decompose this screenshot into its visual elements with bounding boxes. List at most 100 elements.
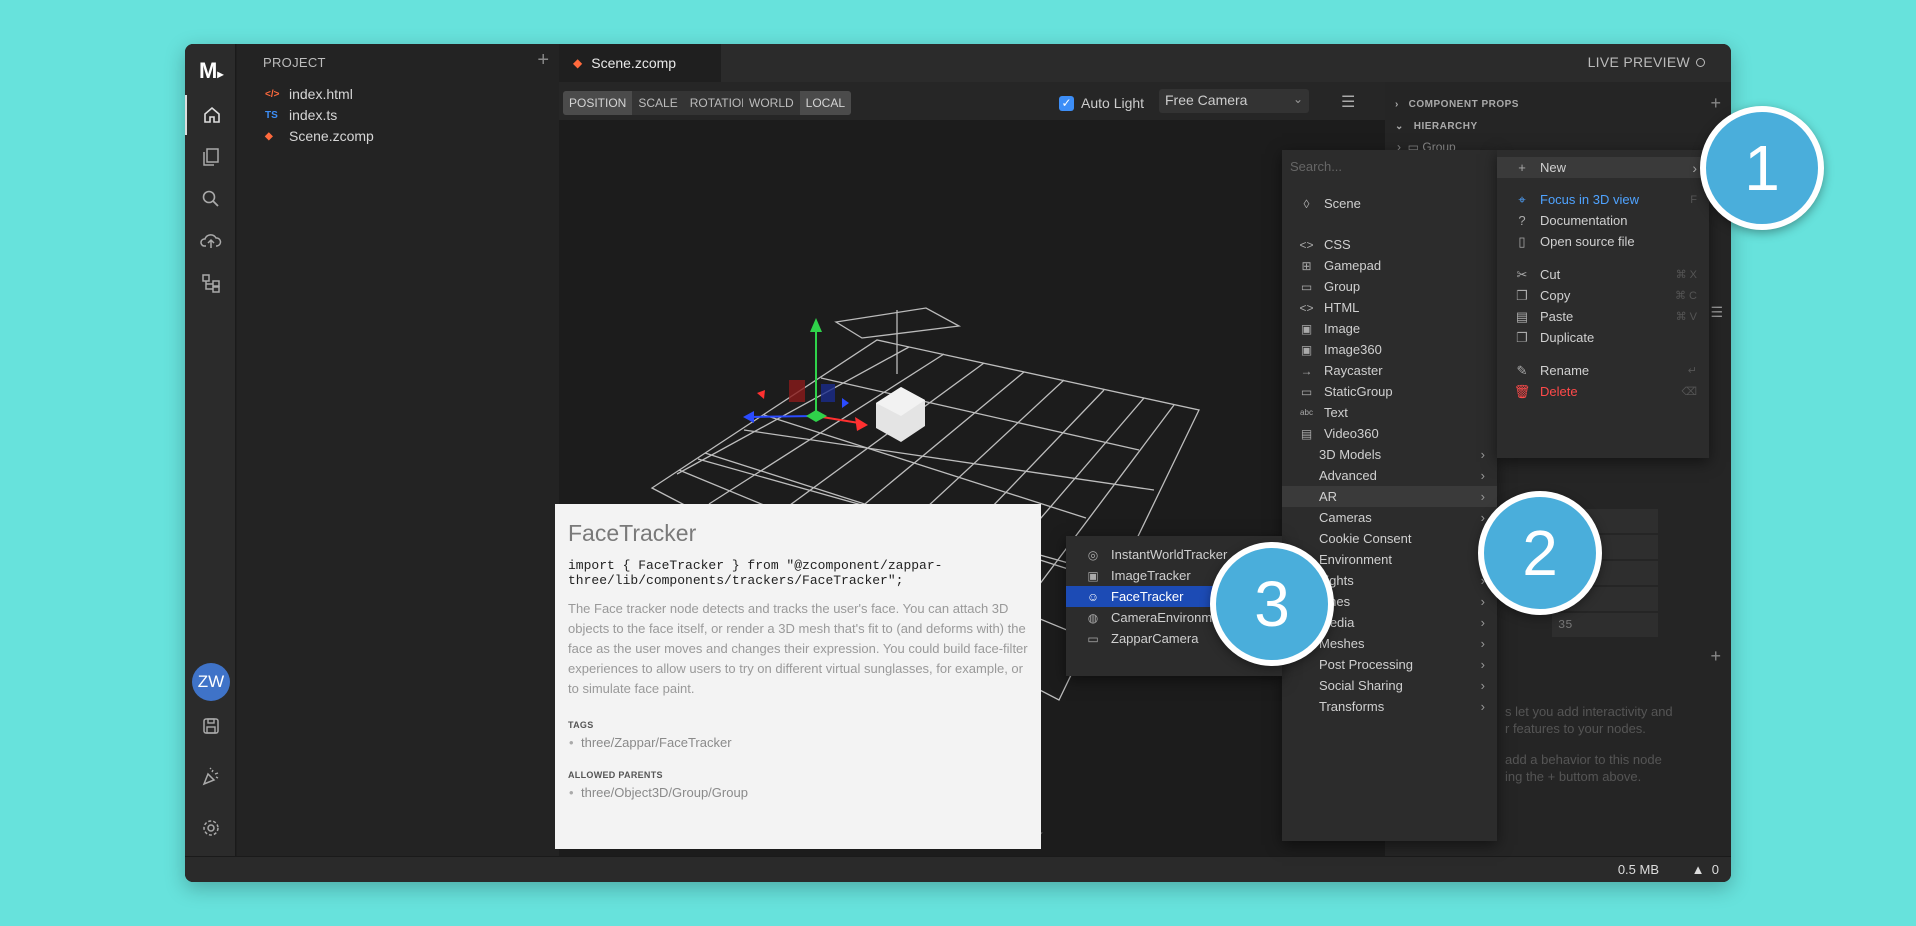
home-icon[interactable] bbox=[185, 95, 236, 135]
menu-icon[interactable]: ☰ bbox=[1710, 304, 1723, 321]
activity-rail: M▸ ZW bbox=[185, 44, 236, 856]
warning-icon: ▲ bbox=[1691, 862, 1705, 877]
chevron-right-icon: › bbox=[1480, 657, 1485, 672]
globe-icon: ◍ bbox=[1087, 610, 1099, 625]
submenu-post-processing[interactable]: Post Processing › bbox=[1282, 654, 1497, 675]
context-new[interactable]: + New › bbox=[1497, 157, 1709, 178]
context-documentation[interactable]: ? Documentation bbox=[1497, 210, 1709, 231]
file-item-scene-zcomp[interactable]: ◆ Scene.zcomp bbox=[265, 125, 374, 147]
context-cut[interactable]: ✂ Cut ⌘ X bbox=[1497, 264, 1709, 285]
submenu-3d-models[interactable]: 3D Models › bbox=[1282, 444, 1497, 465]
chevron-right-icon: › bbox=[1480, 468, 1485, 483]
project-header: PROJECT bbox=[263, 55, 326, 70]
doc-title: FaceTracker bbox=[568, 520, 697, 546]
submenu-transforms[interactable]: Transforms › bbox=[1282, 696, 1497, 717]
html-file-icon: </> bbox=[265, 88, 280, 100]
chevron-right-icon: › bbox=[1480, 489, 1485, 504]
file-item-index-ts[interactable]: TS index.ts bbox=[265, 104, 337, 126]
menu-item-image360[interactable]: ▣ Image360 bbox=[1282, 339, 1497, 360]
chevron-right-icon: › bbox=[1480, 594, 1485, 609]
plus-icon: + bbox=[1518, 160, 1526, 175]
add-file-icon[interactable]: + bbox=[537, 49, 549, 72]
node-search-input[interactable]: Search... bbox=[1290, 159, 1342, 174]
doc-description: The Face tracker node detects and tracks… bbox=[568, 601, 1028, 696]
context-paste[interactable]: ▤ Paste ⌘ V bbox=[1497, 306, 1709, 327]
submenu-cameras[interactable]: Cameras › bbox=[1282, 507, 1497, 528]
live-preview-button[interactable]: LIVE PREVIEW bbox=[1588, 54, 1705, 70]
doc-parent-item: three/Object3D/Group/Group bbox=[568, 785, 1028, 800]
context-delete[interactable]: 🗑 Delete ⌫ bbox=[1497, 381, 1709, 402]
context-rename[interactable]: ✎ Rename ↵ bbox=[1497, 360, 1709, 381]
menu-item-video360[interactable]: ▤ Video360 bbox=[1282, 423, 1497, 444]
tab-bar: ◆ Scene.zcomp LIVE PREVIEW bbox=[559, 44, 1731, 82]
hierarchy-header[interactable]: ⌄ HIERARCHY bbox=[1395, 121, 1478, 132]
party-popper-icon[interactable] bbox=[185, 757, 236, 797]
bundle-size: 0.5 MB bbox=[1617, 862, 1659, 877]
help-icon: ? bbox=[1518, 213, 1526, 228]
file-item-index-html[interactable]: </> index.html bbox=[265, 83, 353, 105]
submenu-cookie-consent[interactable]: Cookie Consent› bbox=[1282, 528, 1497, 549]
viewport-toolbar: POSITION SCALE ROTATION WORLD LOCAL ✓ Au… bbox=[559, 82, 1385, 120]
submenu-social-sharing[interactable]: Social Sharing › bbox=[1282, 675, 1497, 696]
menu-item-staticgroup[interactable]: ▭ StaticGroup bbox=[1282, 381, 1497, 402]
context-open-source[interactable]: ▯ Open source file bbox=[1497, 231, 1709, 252]
search-icon[interactable] bbox=[185, 179, 236, 219]
scissors-icon: ✂ bbox=[1516, 266, 1528, 282]
tab-scene-zcomp[interactable]: ◆ Scene.zcomp bbox=[559, 44, 721, 82]
auto-light-toggle[interactable]: ✓ Auto Light bbox=[1059, 95, 1144, 111]
callout-badge-3: 3 bbox=[1210, 542, 1334, 666]
add-behavior-icon[interactable]: + bbox=[1710, 646, 1721, 667]
menu-item-text[interactable]: abc Text bbox=[1282, 402, 1497, 423]
checkbox-checked-icon[interactable]: ✓ bbox=[1059, 95, 1074, 111]
add-node-menu: Search... ◊ Scene <> CSS ⊞ Gamepad ▭ Group <… bbox=[1282, 150, 1497, 841]
save-icon[interactable] bbox=[185, 706, 236, 746]
warnings-indicator[interactable]: ▲ 0 bbox=[1692, 862, 1719, 877]
add-component-icon[interactable]: + bbox=[1710, 93, 1721, 114]
menu-item-gamepad[interactable]: ⊞ Gamepad bbox=[1282, 255, 1497, 276]
image-icon: ▣ bbox=[1300, 321, 1313, 336]
menu-item-css[interactable]: <> CSS bbox=[1282, 234, 1497, 255]
local-button[interactable]: LOCAL bbox=[799, 91, 852, 115]
folder-icon: ▭ bbox=[1300, 279, 1313, 294]
trash-icon: 🗑 bbox=[1513, 383, 1531, 399]
video-icon: ▤ bbox=[1300, 426, 1313, 441]
scene-icon: ◊ bbox=[1303, 196, 1310, 211]
settings-gear-icon[interactable] bbox=[185, 808, 236, 848]
folder-icon: ▭ bbox=[1300, 384, 1313, 399]
doc-tags-label: TAGS bbox=[568, 720, 594, 730]
copy-icon: ❐ bbox=[1516, 287, 1528, 303]
world-button[interactable]: WORLD bbox=[743, 91, 800, 115]
position-button[interactable]: POSITION bbox=[563, 91, 633, 115]
menu-item-raycaster[interactable]: → Raycaster bbox=[1282, 360, 1497, 381]
scale-button[interactable]: SCALE bbox=[632, 91, 683, 115]
menu-item-group[interactable]: ▭ Group bbox=[1282, 276, 1497, 297]
video-camera-icon: ▭ bbox=[1087, 631, 1099, 646]
file-name: Scene.zcomp bbox=[289, 128, 374, 144]
menu-item-scene[interactable]: ◊ Scene bbox=[1282, 193, 1497, 214]
cloud-upload-icon[interactable] bbox=[185, 221, 236, 261]
circle-icon bbox=[1696, 58, 1705, 67]
chevron-right-icon: › bbox=[1480, 447, 1485, 462]
chevron-right-icon: › bbox=[1692, 159, 1697, 176]
file-name: index.html bbox=[289, 86, 353, 102]
camera-select[interactable]: Free Camera ⌄ bbox=[1159, 89, 1309, 113]
callout-badge-1: 1 bbox=[1700, 106, 1824, 230]
menu-item-image[interactable]: ▣ Image bbox=[1282, 318, 1497, 339]
menu-icon[interactable]: ☰ bbox=[1341, 92, 1355, 112]
component-props-header[interactable]: › COMPONENT PROPS bbox=[1395, 99, 1519, 110]
status-bar: 0.5 MB ▲ 0 bbox=[185, 856, 1731, 882]
context-copy[interactable]: ❐ Copy ⌘ C bbox=[1497, 285, 1709, 306]
doc-parents-label: ALLOWED PARENTS bbox=[568, 770, 663, 780]
avatar[interactable]: ZW bbox=[192, 663, 230, 701]
context-focus-3d[interactable]: ⌖ Focus in 3D view F bbox=[1497, 189, 1709, 210]
text-icon: abc bbox=[1300, 408, 1313, 417]
prop-field[interactable]: 35 bbox=[1552, 613, 1658, 637]
hierarchy-icon[interactable] bbox=[185, 263, 236, 303]
callout-badge-2: 2 bbox=[1478, 491, 1602, 615]
chevron-down-icon: ⌄ bbox=[1292, 92, 1303, 106]
files-icon[interactable] bbox=[185, 137, 236, 177]
context-duplicate[interactable]: ❐ Duplicate bbox=[1497, 327, 1709, 348]
submenu-advanced[interactable]: Advanced › bbox=[1282, 465, 1497, 486]
submenu-ar[interactable]: AR › bbox=[1282, 486, 1497, 507]
menu-item-html[interactable]: <> HTML bbox=[1282, 297, 1497, 318]
